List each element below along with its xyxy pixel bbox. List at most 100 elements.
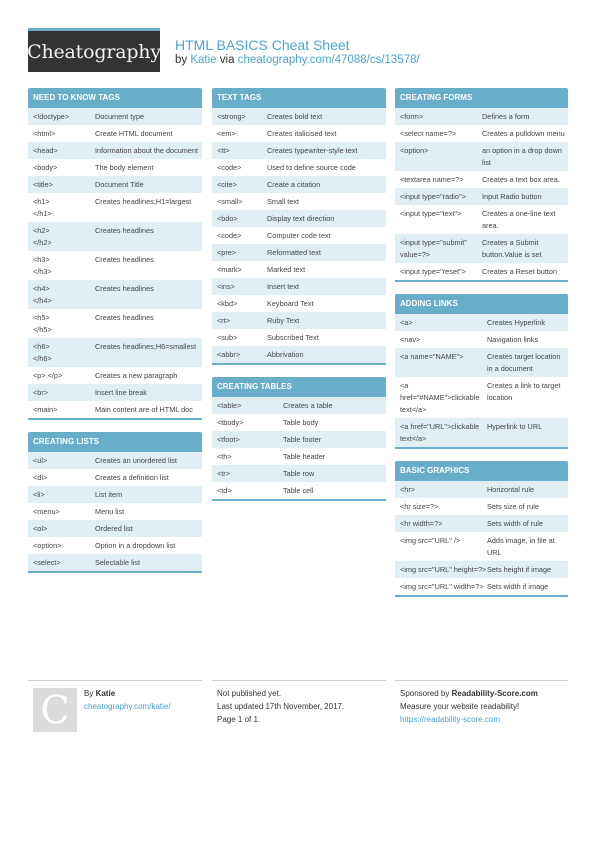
table-row: <a href="URL">clickable text</a> Hyperlin…: [395, 418, 568, 447]
tag-cell: <img src="URL" />: [400, 535, 461, 545]
page-number: Page 1 of 1.: [217, 715, 261, 724]
table-row: <title> Document Title: [28, 176, 202, 193]
table-row: <tbody> Table body: [212, 414, 386, 431]
tag-cell: <abbr>: [217, 349, 241, 359]
description-cell: Creates an unordered list: [95, 455, 177, 465]
table-row: <br> Insert line break: [28, 384, 202, 401]
description-cell: Table cell: [283, 485, 314, 495]
description-cell: Creates a one-line text area.: [482, 208, 558, 230]
tag-cell: <option>: [400, 145, 429, 155]
tag-cell: <tfoot>: [217, 434, 240, 444]
tag-cell: <h5> </h5>: [33, 312, 52, 334]
section-basic-graphics: BASIC GRAPHICS <hr> Horizontal rule <hr si…: [395, 461, 568, 597]
author-link[interactable]: Katie: [190, 54, 216, 66]
tag-cell: <bdo>: [217, 213, 238, 223]
description-cell: Creates a definition list: [95, 472, 169, 482]
table-row: <table> Creates a table: [212, 397, 386, 414]
table-row: <tt> Creates typewriter-style text: [212, 142, 386, 159]
tag-cell: <table>: [217, 400, 242, 410]
section-rows: <!doctype> Document type <html> Create HTML…: [28, 108, 202, 418]
description-cell: Creates italicised text: [267, 128, 337, 138]
description-cell: Table body: [283, 417, 319, 427]
table-row: <input type="submit" value=?> Creates a S…: [395, 234, 568, 263]
table-row: <select name=?> Creates a pulldown menu: [395, 125, 568, 142]
description-cell: Document Title: [95, 179, 144, 189]
description-cell: The body element: [95, 162, 154, 172]
section-need-to-know-tags: NEED TO KNOW TAGS <!doctype> Document typ…: [28, 88, 202, 420]
tag-cell: <menu>: [33, 506, 60, 516]
description-cell: List item: [95, 489, 123, 499]
column-3: CREATING FORMS <form> Defines a form <sele…: [395, 88, 568, 609]
description-cell: Sets size of rule: [487, 501, 539, 511]
description-cell: Input Radio button: [482, 191, 542, 201]
table-row: <em> Creates italicised text: [212, 125, 386, 142]
table-row: <h4> </h4> Creates headlines: [28, 280, 202, 309]
description-cell: Hyperlink to URL: [487, 421, 543, 431]
tag-cell: <head>: [33, 145, 58, 155]
description-cell: Reformatted text: [267, 247, 321, 257]
description-cell: Creates headlines;H6=smallest: [95, 341, 197, 351]
table-row: <rt> Ruby Text: [212, 312, 386, 329]
tag-cell: <a name="NAME">: [400, 351, 464, 361]
table-row: <th> Table header: [212, 448, 386, 465]
tag-cell: <body>: [33, 162, 58, 172]
tag-cell: <!doctype>: [33, 111, 70, 121]
table-row: <input type="radio"> Input Radio button: [395, 188, 568, 205]
table-row: <html> Create HTML document: [28, 125, 202, 142]
table-row: <small> Small text: [212, 193, 386, 210]
section-text-tags: TEXT TAGS <strong> Creates bold text <em> C…: [212, 88, 386, 365]
description-cell: Create HTML document: [95, 128, 173, 138]
description-cell: Sets height if image: [487, 564, 552, 574]
tag-cell: <pre>: [217, 247, 237, 257]
tag-cell: <h3> </h3>: [33, 254, 52, 276]
table-row: <nav> Navigation links: [395, 331, 568, 348]
logo-text: Cheatography: [27, 40, 161, 63]
tag-cell: <a>: [400, 317, 413, 327]
description-cell: Creates typewriter-style text: [267, 145, 358, 155]
tag-cell: <h2> </h2>: [33, 225, 52, 247]
description-cell: Creates a pulldown menu: [482, 128, 565, 138]
table-row: <h6> </h6> Creates headlines;H6=smallest: [28, 338, 202, 367]
tag-cell: <mark>: [217, 264, 242, 274]
tag-cell: <ins>: [217, 281, 235, 291]
footer-author-link[interactable]: cheatography.com/katie/: [84, 700, 171, 713]
description-cell: Insert line break: [95, 387, 147, 397]
tag-cell: <small>: [217, 196, 243, 206]
cheatography-logo[interactable]: Cheatography: [27, 28, 161, 72]
section-header: TEXT TAGS: [212, 88, 386, 108]
tag-cell: <input type="reset">: [400, 266, 466, 276]
tag-cell: <hr width=?>: [400, 518, 443, 528]
table-row: <h1> </h1> Creates headlines;H1=largest: [28, 193, 202, 222]
table-row: <li> List item: [28, 486, 202, 503]
description-cell: Creates Hyperlink: [487, 317, 545, 327]
table-row: <textarea name=?> Creates a text box area…: [395, 171, 568, 188]
tag-cell: <input type="submit" value=?>: [400, 237, 469, 259]
description-cell: Creates headlines: [95, 283, 154, 293]
footer-author: C By Katie cheatography.com/katie/: [28, 680, 202, 732]
tag-cell: <img src="URL" width=?>: [400, 581, 484, 591]
sheet-url-link[interactable]: cheatography.com/47088/cs/13578/: [238, 54, 420, 66]
description-cell: Abbrivation: [267, 349, 304, 359]
sponsor-label: Sponsored by: [400, 689, 450, 698]
description-cell: Marked text: [267, 264, 306, 274]
description-cell: Creates bold text: [267, 111, 323, 121]
column-1: NEED TO KNOW TAGS <!doctype> Document typ…: [28, 88, 202, 585]
description-cell: Creates a Reset button: [482, 266, 558, 276]
table-row: <hr size=?> Sets size of rule: [395, 498, 568, 515]
table-row: <!doctype> Document type: [28, 108, 202, 125]
tag-cell: <cite>: [217, 179, 237, 189]
table-row: <option> Option in a dropdown list: [28, 537, 202, 554]
tag-cell: <rt>: [217, 315, 230, 325]
sponsor-tagline: Measure your website readability!: [400, 702, 520, 711]
tag-cell: <tbody>: [217, 417, 244, 427]
sponsor-link[interactable]: https://readability-score.com: [400, 713, 538, 726]
description-cell: Horizontal rule: [487, 484, 535, 494]
section-creating-forms: CREATING FORMS <form> Defines a form <sele…: [395, 88, 568, 282]
table-row: <tfoot> Table footer: [212, 431, 386, 448]
description-cell: Creates headlines: [95, 254, 154, 264]
description-cell: Table footer: [283, 434, 322, 444]
description-cell: Sets width of rule: [487, 518, 543, 528]
tag-cell: <form>: [400, 111, 424, 121]
table-row: <hr width=?> Sets width of rule: [395, 515, 568, 532]
footer-author-name: Katie: [95, 689, 116, 698]
